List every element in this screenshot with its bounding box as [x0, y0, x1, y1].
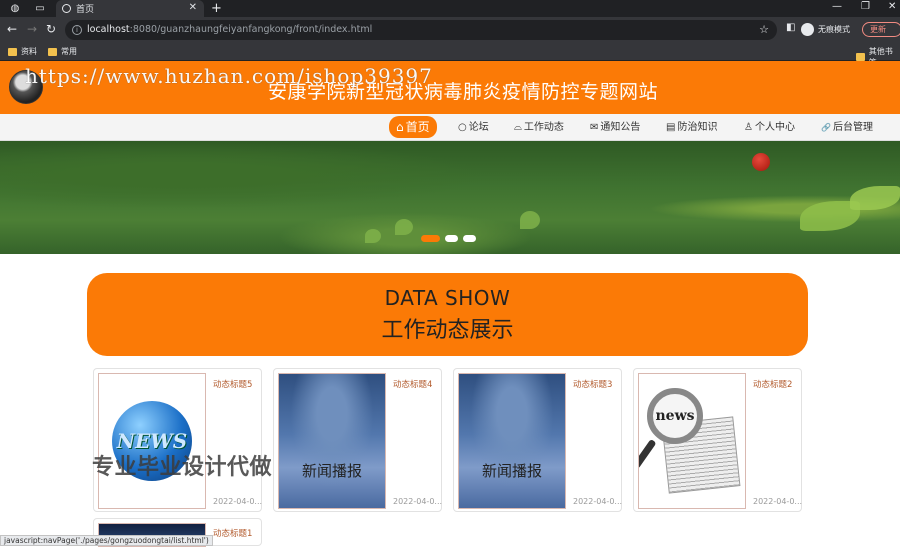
nav-label: 个人中心	[754, 122, 795, 133]
nav-item-forum[interactable]: ○ 论坛	[458, 118, 489, 138]
main-nav: ⌂ 首页 ○ 论坛 ⌓ 工作动态 ✉ 通知公告 ▤ 防治知识 ♙ 个人中心 🔗 后台管理	[0, 114, 900, 141]
bookmark-label: 常用	[61, 47, 77, 56]
news-card[interactable]: 新闻播报 动态标题4 2022-04-0...	[273, 368, 442, 512]
thumb-text: news	[655, 408, 695, 424]
home-icon: ⌂	[396, 120, 404, 134]
news-card[interactable]: NEWS 动态标题5 2022-04-0...	[93, 368, 262, 512]
tab-close-icon[interactable]: ✕	[189, 2, 197, 13]
news-card[interactable]: news 动态标题2 2022-04-0...	[633, 368, 802, 512]
site-info-icon[interactable]: i	[72, 25, 82, 35]
nav-item-notices[interactable]: ✉ 通知公告	[590, 118, 640, 138]
book-icon: ▤	[666, 122, 676, 133]
reload-icon[interactable]: ↻	[46, 22, 56, 36]
carousel-indicators	[421, 235, 476, 242]
nav-item-admin[interactable]: 🔗 后台管理	[821, 118, 873, 138]
news-card[interactable]: 新闻播报 动态标题3 2022-04-0...	[453, 368, 622, 512]
card-date: 2022-04-0...	[213, 497, 263, 506]
decor-leaf	[395, 219, 413, 235]
maximize-button[interactable]: ❐	[861, 1, 870, 12]
mail-icon: ✉	[590, 122, 599, 133]
bookmark-folder-0[interactable]: 资料	[8, 46, 37, 57]
tab-search-icon[interactable]: ▭	[33, 2, 47, 15]
watermark-url-text: https://www.huzhan.com/ishop39397	[25, 64, 433, 88]
incognito-avatar-icon	[801, 23, 814, 36]
nav-item-home[interactable]: ⌂ 首页	[389, 116, 437, 138]
bookmark-star-icon[interactable]: ☆	[759, 20, 769, 40]
card-date: 2022-04-0...	[573, 497, 623, 506]
nav-label: 防治知识	[677, 122, 718, 133]
card-date: 2022-04-0...	[753, 497, 803, 506]
minimize-button[interactable]: —	[832, 1, 842, 12]
nav-label: 后台管理	[832, 122, 873, 133]
close-window-button[interactable]: ✕	[888, 1, 896, 12]
card-title[interactable]: 动态标题2	[753, 378, 792, 390]
nav-label: 论坛	[468, 122, 489, 133]
carousel-dot[interactable]	[463, 235, 476, 242]
card-title[interactable]: 动态标题3	[573, 378, 612, 390]
carousel-dot[interactable]	[445, 235, 458, 242]
nav-label: 工作动态	[523, 122, 564, 133]
card-title[interactable]: 动态标题5	[213, 378, 252, 390]
red-ball-decor	[752, 153, 770, 171]
browser-tab-strip: ◍ ▭ 首页 ✕ + — ❐ ✕	[0, 0, 900, 17]
magnifier-handle	[639, 438, 657, 470]
tab-title: 首页	[76, 5, 95, 15]
bookmark-folder-1[interactable]: 常用	[48, 46, 77, 57]
sidepanel-icon[interactable]: ◧	[786, 22, 795, 33]
browser-tab-active[interactable]: 首页 ✕	[56, 0, 204, 17]
card-title[interactable]: 动态标题1	[213, 527, 252, 539]
link-icon: 🔗	[821, 123, 831, 132]
nav-item-work-news[interactable]: ⌓ 工作动态	[514, 118, 564, 138]
incognito-profile[interactable]: 无痕模式	[801, 23, 850, 36]
update-button[interactable]: 更新	[862, 22, 900, 37]
forward-arrow-icon[interactable]: →	[27, 22, 37, 36]
folder-icon	[48, 47, 57, 56]
nav-label: 首页	[405, 120, 430, 134]
nav-item-personal[interactable]: ♙ 个人中心	[744, 118, 795, 138]
section-heading: DATA SHOW 工作动态展示	[87, 273, 808, 356]
decor-leaf	[520, 211, 540, 229]
card-title[interactable]: 动态标题4	[393, 378, 432, 390]
news-thumbnail[interactable]: NEWS	[98, 373, 206, 509]
watermark-text: 专业毕业设计代做	[92, 455, 273, 480]
nav-label: 通知公告	[600, 122, 641, 133]
url-input[interactable]: i localhost:8080/guanzhaungfeiyanfangkon…	[65, 20, 777, 40]
chrome-menu-icon[interactable]: ◍	[8, 2, 22, 15]
decor-leaf	[365, 229, 381, 243]
news-thumbnail[interactable]: 新闻播报	[278, 373, 386, 509]
bookmarks-bar: 资料 常用 其他书签	[0, 43, 900, 67]
update-label: 更新	[870, 25, 886, 34]
bookmark-label: 资料	[21, 47, 37, 56]
thumb-text: 新闻播报	[481, 461, 542, 480]
url-path: :8080/guanzhaungfeiyanfangkong/front/ind…	[129, 24, 373, 35]
nav-item-knowledge[interactable]: ▤ 防治知识	[666, 118, 717, 138]
banner-carousel[interactable]	[0, 141, 900, 254]
folder-icon	[856, 53, 865, 61]
link-status-bar: javascript:navPage('./pages/gongzuodongt…	[0, 535, 213, 546]
magnifier-icon: news	[647, 388, 703, 444]
site-header: 安康学院新型冠状病毒肺炎疫情防控专题网站 https://www.huzhan.…	[0, 61, 900, 114]
back-arrow-icon[interactable]: ←	[7, 22, 17, 36]
incognito-label: 无痕模式	[818, 25, 850, 34]
address-bar-row: ← → ↻ i localhost:8080/guanzhaungfeiyanf…	[0, 17, 900, 43]
new-tab-button[interactable]: +	[211, 1, 222, 16]
site-globe-icon	[62, 4, 71, 13]
user-icon: ♙	[744, 122, 753, 133]
news-thumbnail[interactable]: 新闻播报	[458, 373, 566, 509]
news-thumbnail[interactable]: news	[638, 373, 746, 509]
section-heading-cn: 工作动态展示	[381, 318, 514, 343]
carousel-dot-active[interactable]	[421, 235, 440, 242]
section-heading-en: DATA SHOW	[384, 286, 511, 310]
card-date: 2022-04-0...	[393, 497, 443, 506]
thumb-text: 新闻播报	[301, 461, 362, 480]
folder-icon	[8, 47, 17, 56]
forum-icon: ○	[458, 122, 467, 133]
url-host: localhost	[87, 24, 130, 35]
news-icon: ⌓	[514, 122, 522, 133]
decor-leaf	[850, 186, 900, 210]
